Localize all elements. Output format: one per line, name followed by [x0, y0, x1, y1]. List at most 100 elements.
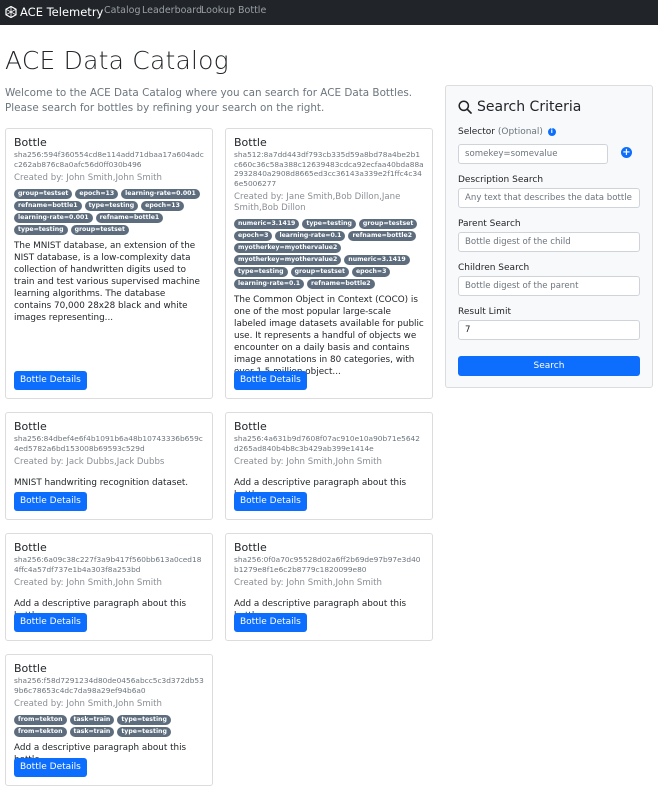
card-title: Bottle: [234, 541, 267, 554]
label-badge: type=testing: [117, 715, 171, 725]
label-badges: numeric=3.1419 type=testing group=testse…: [234, 219, 424, 289]
description-search-input[interactable]: Any text that describes the data bottle: [458, 188, 640, 208]
bottle-card: Bottle sha256:6a09c38c227f3a9b417f560bb6…: [5, 533, 213, 641]
description-search-label: Description Search: [458, 175, 544, 185]
label-badge: type=testing: [14, 225, 68, 235]
label-badge: refname=bottle1: [95, 213, 164, 223]
created-by: Created by: John Smith,John Smith: [14, 699, 162, 709]
created-by: Created by: John Smith,John Smith: [14, 173, 162, 183]
bottle-digest: sha512:8a7dd443df793cb335d59a8bd78a4be2b…: [234, 150, 424, 188]
selector-input[interactable]: somekey=somevalue: [458, 144, 608, 164]
nav-catalog[interactable]: Catalog: [104, 5, 140, 16]
search-criteria-title: Search Criteria: [458, 99, 581, 115]
parent-search-input[interactable]: Bottle digest of the child: [458, 232, 640, 252]
label-badge: epoch=13: [75, 189, 119, 199]
selector-label: Selector (Optional) i: [458, 127, 556, 137]
bottle-card: Bottle sha256:594f360554cd8e114add71dbaa…: [5, 128, 213, 399]
label-badge: epoch=3: [234, 231, 273, 241]
page-intro: Welcome to the ACE Data Catalog where yo…: [5, 87, 413, 114]
label-badge: learning-rate=0.001: [14, 213, 93, 223]
created-by: Created by: John Smith,John Smith: [234, 578, 382, 588]
info-icon[interactable]: i: [547, 127, 556, 136]
brand-name: ACE Telemetry: [20, 5, 104, 19]
add-selector-button[interactable]: +: [621, 147, 632, 158]
selector-label-text: Selector: [458, 127, 495, 137]
top-navbar: ACE Telemetry Catalog Leaderboard Lookup…: [0, 0, 658, 25]
label-badges: from=tekton task=train type=testing from…: [14, 715, 204, 737]
card-title: Bottle: [234, 136, 267, 149]
brand-logo-icon: [5, 6, 17, 18]
label-badge: task=train: [69, 727, 115, 737]
created-by: Created by: John Smith,John Smith: [234, 457, 382, 467]
card-title: Bottle: [234, 420, 267, 433]
label-badge: refname=bottle1: [14, 201, 82, 211]
label-badge: numeric=3.1419: [344, 255, 410, 265]
bottle-digest: sha256:4a631b9d7608f07ac910e10a90b71e564…: [234, 434, 420, 453]
label-badge: myotherkey=myothervalue2: [234, 243, 342, 253]
bottle-details-button[interactable]: Bottle Details: [234, 492, 307, 511]
nav-lookup-bottle[interactable]: Lookup Bottle: [201, 5, 266, 16]
label-badge: learning-rate=0.001: [121, 189, 200, 199]
brand-link[interactable]: ACE Telemetry: [5, 4, 103, 20]
label-badge: group=testset: [358, 219, 418, 229]
plus-icon: +: [622, 147, 631, 158]
bottle-digest: sha256:f58d7291234d80de0456abcc5c3d372db…: [14, 676, 204, 695]
label-badge: group=testset: [290, 267, 349, 277]
card-title: Bottle: [14, 136, 47, 149]
search-button[interactable]: Search: [458, 356, 640, 376]
bottle-details-button[interactable]: Bottle Details: [14, 758, 87, 777]
created-by: Created by: John Smith,John Smith: [14, 578, 162, 588]
bottle-digest: sha256:6a09c38c227f3a9b417f560bb613a0ced…: [14, 555, 202, 574]
bottle-digest: sha256:594f360554cd8e114add71dbaa17a604a…: [14, 150, 204, 169]
label-badge: type=testing: [84, 201, 139, 211]
children-search-label: Children Search: [458, 263, 530, 273]
created-by: Created by: Jack Dubbs,Jack Dubbs: [14, 457, 165, 467]
label-badge: type=testing: [234, 267, 288, 277]
label-badges: group=testset epoch=13 learning-rate=0.0…: [14, 189, 204, 235]
label-badge: group=testset: [70, 225, 129, 235]
nav-leaderboard[interactable]: Leaderboard: [142, 5, 202, 16]
children-search-input[interactable]: Bottle digest of the parent: [458, 276, 640, 296]
card-title: Bottle: [14, 420, 47, 433]
bottle-description: MNIST handwriting recognition dataset.: [14, 478, 189, 488]
bottle-description: The Common Object in Context (COCO) is o…: [234, 295, 424, 377]
search-criteria-heading: Search Criteria: [477, 99, 582, 115]
bottle-details-button[interactable]: Bottle Details: [234, 371, 307, 390]
label-badge: learning-rate=0.1: [275, 231, 346, 241]
label-badge: learning-rate=0.1: [234, 279, 304, 289]
selector-optional-text: (Optional): [497, 127, 543, 137]
bottle-description: The MNIST database, an extension of the …: [14, 241, 200, 323]
bottle-card: Bottle sha512:8a7dd443df793cb335d59a8bd7…: [225, 128, 433, 399]
label-badge: group=testset: [14, 189, 73, 199]
page-title: ACE Data Catalog: [5, 46, 229, 75]
bottle-card: Bottle sha256:f58d7291234d80de0456abcc5c…: [5, 654, 213, 786]
bottle-card: Bottle sha256:4a631b9d7608f07ac910e10a90…: [225, 412, 433, 520]
card-title: Bottle: [14, 662, 47, 675]
bottle-details-button[interactable]: Bottle Details: [14, 613, 87, 632]
label-badge: refname=bottle2: [348, 231, 417, 241]
label-badge: type=testing: [302, 219, 356, 229]
magnifier-icon: [458, 100, 472, 114]
label-badge: epoch=13: [141, 201, 184, 211]
label-badge: numeric=3.1419: [234, 219, 300, 229]
label-badge: task=train: [69, 715, 115, 725]
bottle-digest: sha256:0f0a70c95528d02a6ff2b69de97b97e3d…: [234, 555, 421, 574]
bottle-card: Bottle sha256:0f0a70c95528d02a6ff2b69de9…: [225, 533, 433, 641]
bottle-digest: sha256:84dbef4e6f4b1091b6a48b10743336b65…: [14, 434, 203, 453]
created-by: Created by: Jane Smith,Bob Dillon,Jane S…: [234, 192, 401, 213]
card-title: Bottle: [14, 541, 47, 554]
bottle-details-button[interactable]: Bottle Details: [14, 371, 87, 390]
label-badge: from=tekton: [14, 727, 67, 737]
label-badge: refname=bottle2: [307, 279, 375, 289]
bottle-details-button[interactable]: Bottle Details: [14, 492, 87, 511]
bottle-details-button[interactable]: Bottle Details: [234, 613, 307, 632]
search-criteria-panel: Search Criteria Selector (Optional) i so…: [445, 85, 653, 388]
label-badge: from=tekton: [14, 715, 67, 725]
result-limit-label: Result Limit: [458, 307, 511, 317]
label-badge: epoch=3: [351, 267, 391, 277]
label-badge: type=testing: [117, 727, 171, 737]
label-badge: myotherkey=myothervalue2: [234, 255, 342, 265]
parent-search-label: Parent Search: [458, 219, 521, 229]
bottle-card: Bottle sha256:84dbef4e6f4b1091b6a48b1074…: [5, 412, 213, 520]
result-limit-input[interactable]: 7: [458, 320, 640, 340]
